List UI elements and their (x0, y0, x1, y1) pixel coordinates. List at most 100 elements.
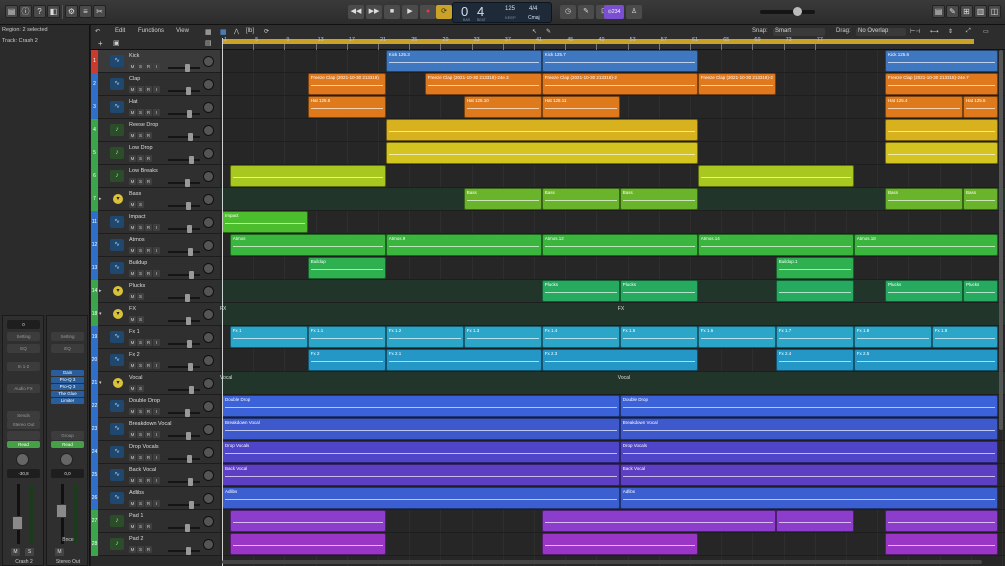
loop-browser-icon[interactable]: ⊞ (960, 5, 973, 18)
track-volume-handle[interactable] (185, 409, 190, 417)
track-header-row[interactable]: 14 ▸ ▾ Plucks M S (91, 280, 220, 303)
region[interactable]: Freeze Clap (2021-10-30 213318)-24e.3 (424, 73, 542, 95)
track-volume-slider[interactable] (168, 182, 200, 184)
region[interactable]: Plucks (619, 280, 698, 302)
region[interactable]: Kick 125.3 (385, 50, 542, 72)
region[interactable] (229, 165, 386, 187)
record-button[interactable]: R (145, 270, 152, 277)
solo-button[interactable]: S (137, 224, 144, 231)
flex-mode-icon[interactable]: ⋀ (234, 28, 239, 35)
track-volume-handle[interactable] (186, 202, 191, 210)
region[interactable]: Plucks (541, 280, 620, 302)
track-header-row[interactable]: 21 ▾ ▾ Vocal M S (91, 372, 220, 395)
region[interactable]: Fx 1.9 (931, 326, 998, 348)
input-button[interactable]: I (153, 224, 160, 231)
region[interactable]: Fx 1 (229, 326, 308, 348)
pencil-tool-icon[interactable]: ✎ (546, 28, 551, 35)
track-pan-knob[interactable] (203, 470, 214, 481)
cycle-mode-icon[interactable]: ⟳ (264, 28, 269, 35)
vertical-scrollbar[interactable] (999, 50, 1003, 430)
track-header-row[interactable]: 11 ∿ Impact M S R I (91, 211, 220, 234)
plugin-slot[interactable]: Gain (51, 370, 84, 376)
region[interactable]: Bass (463, 188, 542, 210)
track-header-row[interactable]: 3 ∿ Hat M S R I (91, 96, 220, 119)
track-pan-knob[interactable] (203, 378, 214, 389)
track-pan-knob[interactable] (203, 79, 214, 90)
track-pan-knob[interactable] (203, 286, 214, 297)
add-track-button[interactable]: + (98, 39, 103, 48)
record-button[interactable]: R (145, 431, 152, 438)
input-button[interactable]: I (153, 454, 160, 461)
region[interactable]: Freeze Clap (2021-10-30 213318) (307, 73, 386, 95)
region[interactable]: Double Drop (619, 395, 998, 417)
track-volume-slider[interactable] (168, 297, 200, 299)
region[interactable] (541, 510, 776, 532)
region[interactable] (697, 165, 854, 187)
region[interactable]: Kick 125.6 (885, 50, 998, 72)
group-slot[interactable] (7, 431, 40, 440)
snap-select[interactable]: Smart (773, 28, 825, 36)
track-volume-handle[interactable] (189, 156, 194, 164)
setting-button[interactable]: Setting (7, 332, 40, 341)
mute-button[interactable]: M (129, 362, 136, 369)
track-header-row[interactable]: 23 ∿ Breakdown Vocal M S R I (91, 418, 220, 441)
mute-button[interactable]: M (129, 431, 136, 438)
record-button[interactable]: R (145, 247, 152, 254)
input-button[interactable]: I (153, 247, 160, 254)
track-volume-handle[interactable] (187, 455, 192, 463)
grid-view-icon[interactable]: ▦ (205, 28, 212, 36)
track-name[interactable]: Hat (129, 99, 138, 105)
browser-icon[interactable]: ▥ (974, 5, 987, 18)
region[interactable] (541, 533, 698, 555)
record-button[interactable]: R (145, 155, 152, 162)
region[interactable] (775, 280, 854, 302)
track-volume-handle[interactable] (185, 524, 190, 532)
track-name[interactable]: Clap (129, 76, 140, 82)
horizontal-zoom-icon[interactable]: ⇕ (948, 28, 953, 35)
track-volume-handle[interactable] (185, 179, 190, 187)
plugin-slot[interactable]: Pro-Q 3 (51, 384, 84, 390)
eq-button[interactable]: EQ (7, 344, 40, 353)
record-button[interactable]: R (145, 408, 152, 415)
plugin-slot[interactable]: Limiter (51, 398, 84, 404)
pan-knob[interactable] (60, 453, 73, 466)
mute-button[interactable]: M (11, 548, 20, 556)
region[interactable]: Back Vocal (619, 464, 998, 486)
region[interactable]: Fx 2.4 (775, 349, 854, 371)
sends-slot[interactable]: Sends (7, 411, 40, 420)
track-volume-slider[interactable] (168, 251, 200, 253)
track-volume-handle[interactable] (187, 225, 192, 233)
region[interactable] (885, 533, 998, 555)
track-header-row[interactable]: 7 ▸ ▾ Bass M S (91, 188, 220, 211)
mute-button[interactable]: M (129, 247, 136, 254)
region[interactable]: Bass (541, 188, 620, 210)
track-name[interactable]: Bass (129, 191, 141, 197)
record-button[interactable]: R (145, 63, 152, 70)
region[interactable]: Freeze Clap (2021-10-30 213318)-2 (697, 73, 776, 95)
solo-button[interactable]: S (137, 63, 144, 70)
track-pan-knob[interactable] (203, 401, 214, 412)
track-volume-slider[interactable] (168, 412, 200, 414)
folder-disclosure-icon[interactable]: ▾ (99, 380, 102, 386)
region[interactable]: Hat 125.5 (963, 96, 998, 118)
solo-button[interactable]: S (137, 500, 144, 507)
input-button[interactable]: I (153, 408, 160, 415)
mute-button[interactable]: M (129, 546, 136, 553)
bounce-button[interactable]: Bnce (47, 537, 89, 543)
track-pan-knob[interactable] (203, 424, 214, 435)
track-volume-slider[interactable] (168, 320, 200, 322)
track-volume-slider[interactable] (168, 274, 200, 276)
region[interactable]: Drop Vocals (619, 441, 998, 463)
track-pan-knob[interactable] (203, 171, 214, 182)
record-button[interactable]: R (145, 500, 152, 507)
input-button[interactable]: I (153, 109, 160, 116)
solo-button[interactable]: S (137, 178, 144, 185)
track-name[interactable]: Breakdown Vocal (129, 421, 172, 427)
track-volume-handle[interactable] (188, 363, 193, 371)
record-button[interactable]: R (145, 362, 152, 369)
track-name[interactable]: FX (129, 306, 136, 312)
help-icon[interactable]: ? (33, 5, 46, 18)
track-pan-knob[interactable] (203, 516, 214, 527)
metronome-icon[interactable]: ♙ (626, 5, 642, 19)
track-pan-knob[interactable] (203, 263, 214, 274)
